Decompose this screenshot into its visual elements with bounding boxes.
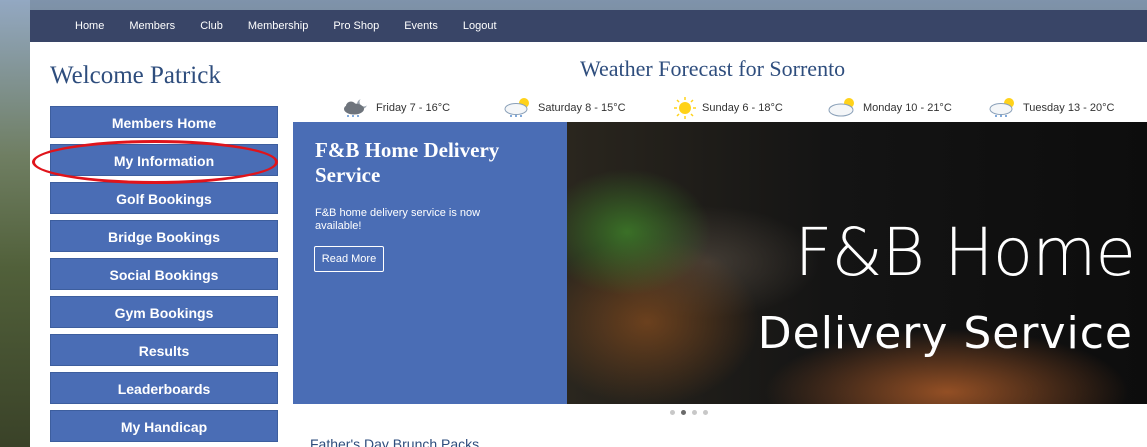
carousel-dot[interactable] xyxy=(670,410,675,415)
section-heading-fathers-day[interactable]: Father's Day Brunch Packs xyxy=(310,436,479,447)
forecast-day-label: Friday 7 - 16°C xyxy=(376,102,451,114)
sidebar-item-my-handicap[interactable]: My Handicap xyxy=(50,410,278,442)
image-text-line1: F&B Home xyxy=(794,214,1136,291)
carousel-caption-panel: F&B Home Delivery Service F&B home deliv… xyxy=(293,122,567,404)
sidebar-item-social-bookings[interactable]: Social Bookings xyxy=(50,258,278,290)
background-landscape xyxy=(0,0,30,447)
sidebar-item-bridge-bookings[interactable]: Bridge Bookings xyxy=(50,220,278,252)
forecast-day-label: Saturday 8 - 15°C xyxy=(538,102,626,114)
main-content: Welcome Patrick Members Home My Informat… xyxy=(30,42,1147,447)
sidebar-item-leaderboards[interactable]: Leaderboards xyxy=(50,372,278,404)
forecast-day-sunday: Sunday 6 - 18°C xyxy=(672,97,827,119)
carousel-image[interactable]: F&B Home Delivery Service xyxy=(567,122,1147,404)
carousel-dot[interactable] xyxy=(692,410,697,415)
promo-carousel[interactable]: F&B Home Delivery Service F&B home deliv… xyxy=(293,122,1147,404)
sidebar-item-my-information[interactable]: My Information xyxy=(50,144,278,176)
forecast-day-label: Tuesday 13 - 20°C xyxy=(1023,102,1115,114)
image-text-line2: Delivery Service xyxy=(757,308,1133,359)
sun-cloud-icon xyxy=(828,98,854,117)
forecast-day-label: Monday 10 - 21°C xyxy=(863,102,952,114)
carousel-dot[interactable] xyxy=(703,410,708,415)
sidebar-item-gym-bookings[interactable]: Gym Bookings xyxy=(50,296,278,328)
carousel-title: F&B Home Delivery Service xyxy=(315,138,500,187)
forecast-day-tuesday: Tuesday 13 - 20°C xyxy=(987,97,1142,119)
sidebar-menu: Members Home My Information Golf Booking… xyxy=(50,106,278,447)
welcome-heading: Welcome Patrick xyxy=(50,62,221,89)
nav-events[interactable]: Events xyxy=(404,20,438,32)
sidebar-item-golf-bookings[interactable]: Golf Bookings xyxy=(50,182,278,214)
night-rain-cloud-icon xyxy=(344,97,369,117)
sun-icon xyxy=(674,97,696,119)
weather-forecast: Friday 7 - 16°C Saturday 8 - 15°C Sunday… xyxy=(342,94,1147,122)
sun-rain-cloud-icon xyxy=(989,98,1014,117)
carousel-dot-active[interactable] xyxy=(681,410,686,415)
sidebar-item-results[interactable]: Results xyxy=(50,334,278,366)
nav-home[interactable]: Home xyxy=(75,20,104,32)
nav-club[interactable]: Club xyxy=(200,20,223,32)
sidebar-item-members-home[interactable]: Members Home xyxy=(50,106,278,138)
nav-logout[interactable]: Logout xyxy=(463,20,497,32)
carousel-text: F&B home delivery service is now availab… xyxy=(315,207,481,232)
read-more-button[interactable]: Read More xyxy=(314,246,384,272)
forecast-day-saturday: Saturday 8 - 15°C xyxy=(502,97,672,119)
top-navigation: Home Members Club Membership Pro Shop Ev… xyxy=(30,10,1147,42)
nav-membership[interactable]: Membership xyxy=(248,20,309,32)
forecast-day-label: Sunday 6 - 18°C xyxy=(702,102,783,114)
weather-title: Weather Forecast for Sorrento xyxy=(580,56,846,81)
carousel-indicators xyxy=(670,410,708,415)
sun-rain-cloud-icon xyxy=(504,98,529,117)
nav-members[interactable]: Members xyxy=(129,20,175,32)
forecast-day-friday: Friday 7 - 16°C xyxy=(342,97,502,119)
forecast-day-monday: Monday 10 - 21°C xyxy=(827,97,987,119)
nav-pro-shop[interactable]: Pro Shop xyxy=(333,20,379,32)
